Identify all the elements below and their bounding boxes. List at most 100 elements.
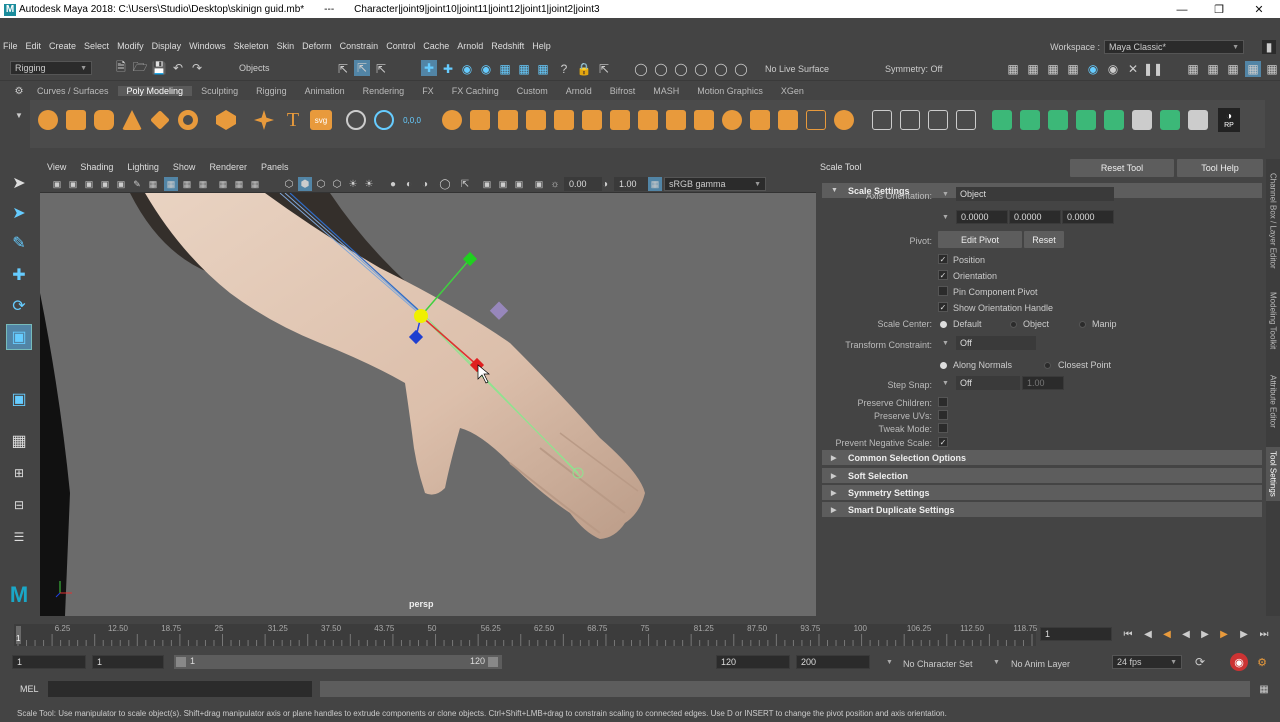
scale-center-handle[interactable] <box>414 309 428 323</box>
axis-z-field[interactable]: 0.0000 <box>1062 210 1114 224</box>
menu-windows[interactable]: Windows <box>189 41 226 51</box>
menu-create[interactable]: Create <box>49 41 76 51</box>
combine-icon[interactable] <box>442 110 462 130</box>
chevron-down-icon[interactable]: ▼ <box>942 380 949 387</box>
go-to-end-icon[interactable]: ⏭ <box>1256 626 1272 642</box>
scale-center-manip-radio[interactable] <box>1079 321 1086 328</box>
tab-custom[interactable]: Custom <box>508 86 557 96</box>
chevron-down-icon[interactable]: ▼ <box>942 340 949 347</box>
grease-pencil-icon[interactable]: ✎ <box>130 177 144 191</box>
axis-orientation-dropdown[interactable]: Object <box>956 187 1114 201</box>
viewport-menu-view[interactable]: View <box>47 162 66 172</box>
bridge-icon[interactable] <box>666 110 686 130</box>
scale-plane-handle[interactable] <box>489 301 509 320</box>
screen-space-ao-icon[interactable]: ● <box>386 177 400 191</box>
smooth-shade-icon[interactable]: ⬢ <box>298 177 312 191</box>
tab-curves-surfaces[interactable]: Curves / Surfaces <box>28 86 118 96</box>
animation-end-field[interactable]: 200 <box>796 655 870 669</box>
step-back-key-icon[interactable]: ◀ <box>1140 626 1156 642</box>
menu-arnold[interactable]: Arnold <box>457 41 483 51</box>
pin-component-pivot-checkbox[interactable] <box>938 286 948 296</box>
isolate-select-icon[interactable]: ⇱ <box>458 177 472 191</box>
menu-skeleton[interactable]: Skeleton <box>234 41 269 51</box>
render-view-icon[interactable]: ◯ <box>633 61 649 77</box>
render-setup-icon[interactable]: ◯ <box>733 61 749 77</box>
fps-dropdown[interactable]: 24 fps ▼ <box>1112 655 1182 669</box>
tab-rendering[interactable]: Rendering <box>354 86 414 96</box>
menu-edit[interactable]: Edit <box>26 41 42 51</box>
safe-action-icon[interactable]: ▦ <box>232 177 246 191</box>
axis-x-field[interactable]: 0.0000 <box>956 210 1008 224</box>
resolution-gate-icon[interactable]: ▦ <box>180 177 194 191</box>
smart-duplicate-settings-header[interactable]: ▶ Smart Duplicate Settings <box>822 502 1262 517</box>
tab-fx[interactable]: FX <box>413 86 443 96</box>
gate-mask-icon[interactable]: ▦ <box>196 177 210 191</box>
image-plane-icon[interactable]: ▣ <box>98 177 112 191</box>
select-by-hierarchy-icon[interactable]: ⇱ <box>335 61 351 77</box>
animation-prefs-icon[interactable]: ⚙ <box>1254 655 1270 669</box>
exposure-icon[interactable]: ◉ <box>1105 61 1121 77</box>
command-input[interactable] <box>48 681 312 697</box>
auto-key-icon[interactable]: ◉ <box>1230 653 1248 671</box>
render-preview-button[interactable]: ◑ RP <box>1218 108 1240 132</box>
symmetry-settings-header[interactable]: ▶ Symmetry Settings <box>822 485 1262 500</box>
fill-hole-icon[interactable] <box>694 110 714 130</box>
viewport-menu-renderer[interactable]: Renderer <box>209 162 247 172</box>
scale-tool-icon[interactable]: ▣ <box>6 324 32 350</box>
gamma-field[interactable]: 1.00 <box>614 177 652 191</box>
symmetrize-icon[interactable] <box>1160 110 1180 130</box>
last-tool-icon[interactable]: ▣ <box>6 386 32 412</box>
poly-cylinder-icon[interactable] <box>94 110 114 130</box>
input-output-icon[interactable]: ▦ <box>535 61 551 77</box>
reset-tool-button[interactable]: Reset Tool <box>1070 159 1174 177</box>
shelf-options-icon[interactable]: ⚙ <box>12 84 26 98</box>
menu-select[interactable]: Select <box>84 41 109 51</box>
anim-layer-label[interactable]: No Anim Layer <box>1011 659 1070 669</box>
snap-view-plane-icon[interactable]: ▦ <box>497 61 513 77</box>
menu-deform[interactable]: Deform <box>302 41 332 51</box>
auto-uv-icon[interactable] <box>778 110 798 130</box>
use-all-lights-icon[interactable]: ☀ <box>346 177 360 191</box>
closest-point-radio[interactable] <box>1044 362 1051 369</box>
two-pane-icon[interactable]: ⊟ <box>6 492 32 518</box>
selection-mode-dropdown[interactable]: Objects <box>235 61 315 75</box>
playback-start-field[interactable]: 1 <box>92 655 164 669</box>
bookmark-icon[interactable]: ▣ <box>82 177 96 191</box>
attribute-editor-icon[interactable]: ▦ <box>1205 61 1221 77</box>
bevel-icon[interactable] <box>374 110 394 130</box>
character-set-label[interactable]: No Character Set <box>903 659 973 669</box>
platonic-solid-icon[interactable] <box>216 110 236 130</box>
tab-xgen[interactable]: XGen <box>772 86 813 96</box>
position-checkbox[interactable]: ✓ <box>938 254 948 264</box>
reduce-icon[interactable] <box>554 110 574 130</box>
menu-file[interactable]: File <box>3 41 18 51</box>
viewport-menu-panels[interactable]: Panels <box>261 162 289 172</box>
snap-point-icon[interactable]: ◉ <box>459 61 475 77</box>
motion-blur-icon[interactable]: ◐ <box>402 177 416 191</box>
select-by-object-icon[interactable]: ⇱ <box>354 60 370 76</box>
along-normals-radio[interactable] <box>940 362 947 369</box>
prevent-negative-scale-checkbox[interactable]: ✓ <box>938 437 948 447</box>
planar-uv-icon[interactable] <box>750 110 770 130</box>
tab-arnold[interactable]: Arnold <box>557 86 601 96</box>
sculpt-icon[interactable] <box>346 110 366 130</box>
chevron-down-icon[interactable]: ▼ <box>942 214 949 221</box>
shadows-icon[interactable]: ☀ <box>362 177 376 191</box>
loop-icon[interactable]: ⟳ <box>1192 655 1208 669</box>
menu-redshift[interactable]: Redshift <box>491 41 524 51</box>
remesh-icon[interactable] <box>582 110 602 130</box>
unfold-icon[interactable] <box>1020 110 1040 130</box>
smooth-icon[interactable] <box>526 110 546 130</box>
undo-icon[interactable]: ↶ <box>171 61 185 75</box>
edit-pivot-button[interactable]: Edit Pivot <box>938 231 1022 248</box>
straighten-icon[interactable] <box>1076 110 1096 130</box>
render-settings-icon[interactable]: ◯ <box>693 61 709 77</box>
symmetry-label[interactable]: Symmetry: Off <box>885 64 942 74</box>
grid-toggle-icon[interactable]: ▦ <box>146 177 160 191</box>
menu-constrain[interactable]: Constrain <box>340 41 379 51</box>
new-scene-icon[interactable]: 🗎 <box>114 60 128 75</box>
quad-draw-icon[interactable] <box>956 110 976 130</box>
preserve-uvs-checkbox[interactable] <box>938 410 948 420</box>
exposure-field[interactable]: 0.00 <box>564 177 602 191</box>
show-orientation-handle-checkbox[interactable]: ✓ <box>938 302 948 312</box>
